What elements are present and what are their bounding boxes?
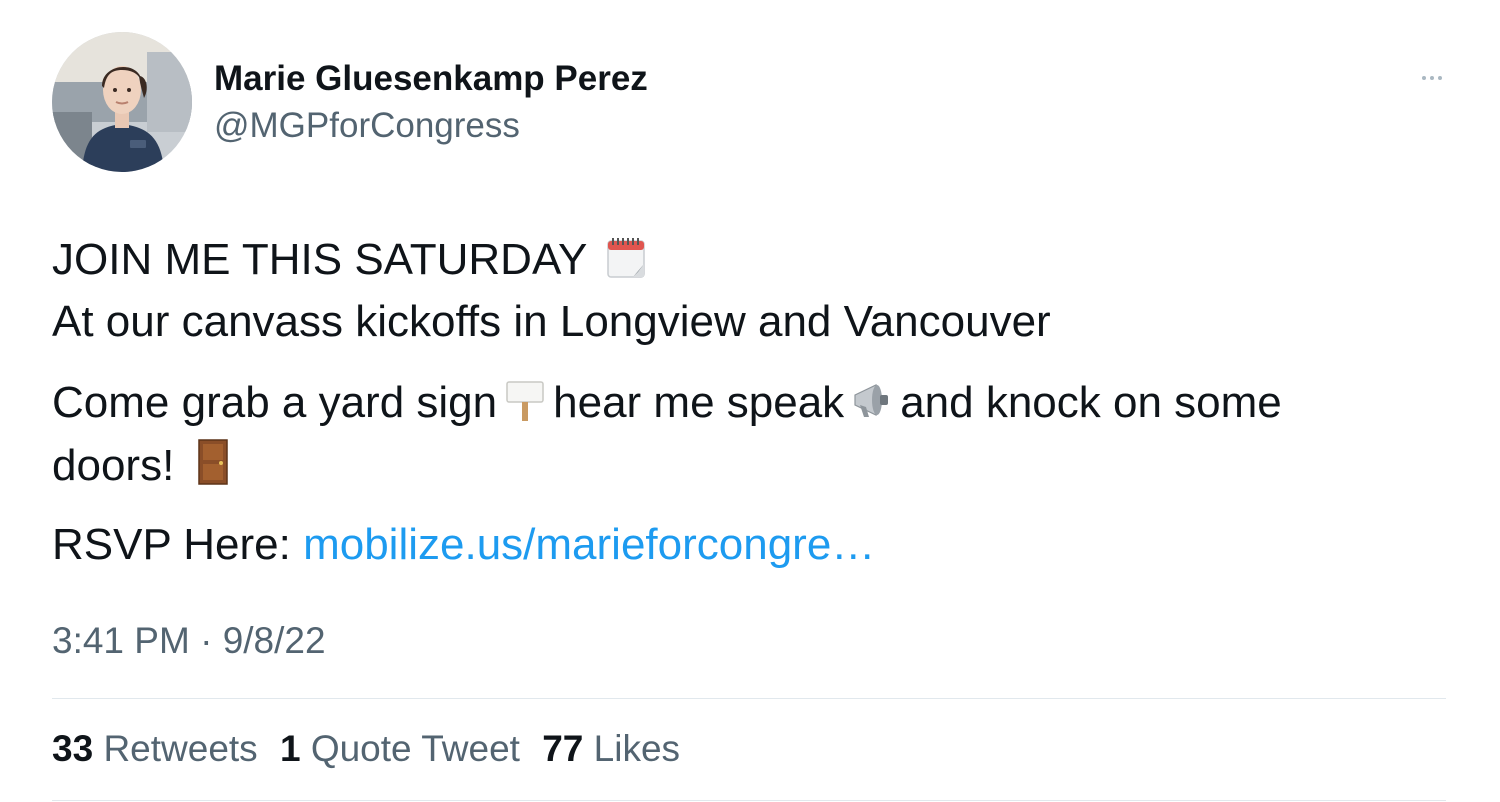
divider bbox=[52, 698, 1446, 699]
timestamp-separator: · bbox=[200, 620, 213, 661]
calendar-icon bbox=[605, 236, 649, 292]
retweets-stat[interactable]: 33 Retweets bbox=[52, 728, 258, 770]
likes-label: Likes bbox=[593, 728, 681, 769]
retweets-label: Retweets bbox=[103, 728, 258, 769]
tweet-timestamp[interactable]: 3:41 PM · 9/8/22 bbox=[52, 620, 326, 662]
avatar[interactable] bbox=[52, 32, 192, 172]
tweet-text-line-rsvp: RSVP Here: mobilize.us/marieforcongre… bbox=[52, 519, 875, 571]
tweet-time: 3:41 PM bbox=[52, 620, 190, 661]
tweet-text-segment: doors! bbox=[52, 441, 175, 490]
tweet-text-segment: hear me speak bbox=[553, 378, 845, 427]
quotes-stat[interactable]: 1 Quote Tweet bbox=[280, 728, 520, 770]
rsvp-label: RSVP Here: bbox=[52, 520, 291, 569]
more-icon bbox=[1422, 76, 1442, 80]
retweets-count: 33 bbox=[52, 728, 94, 769]
quotes-label: Quote Tweet bbox=[310, 728, 520, 769]
likes-stat[interactable]: 77 Likes bbox=[542, 728, 680, 770]
tweet-text-segment: and knock on some bbox=[900, 378, 1282, 427]
divider bbox=[52, 800, 1446, 801]
rsvp-link[interactable]: mobilize.us/marieforcongre… bbox=[303, 520, 875, 569]
likes-count: 77 bbox=[542, 728, 584, 769]
tweet-date: 9/8/22 bbox=[222, 620, 326, 661]
tweet-text-line-1: JOIN ME THIS SATURDAY bbox=[52, 234, 655, 292]
tweet-card: Marie Gluesenkamp Perez @MGPforCongress … bbox=[0, 0, 1500, 802]
megaphone-icon bbox=[850, 379, 894, 435]
tweet-text-line-3: Come grab a yard sign hear me speak and … bbox=[52, 377, 1282, 435]
author-handle[interactable]: @MGPforCongress bbox=[214, 106, 520, 146]
placard-icon bbox=[503, 379, 547, 435]
tweet-text-line-4: doors! bbox=[52, 438, 239, 498]
tweet-text-segment: Come grab a yard sign bbox=[52, 378, 498, 427]
tweet-text-line-2: At our canvass kickoffs in Longview and … bbox=[52, 297, 1051, 346]
more-options-button[interactable] bbox=[1410, 62, 1454, 94]
door-icon bbox=[193, 438, 233, 498]
author-name[interactable]: Marie Gluesenkamp Perez bbox=[214, 59, 648, 99]
quotes-count: 1 bbox=[279, 728, 301, 769]
tweet-headline: JOIN ME THIS SATURDAY bbox=[52, 235, 587, 284]
avatar-photo bbox=[52, 32, 192, 172]
engagement-stats: 33 Retweets 1 Quote Tweet 77 Likes bbox=[52, 728, 692, 770]
